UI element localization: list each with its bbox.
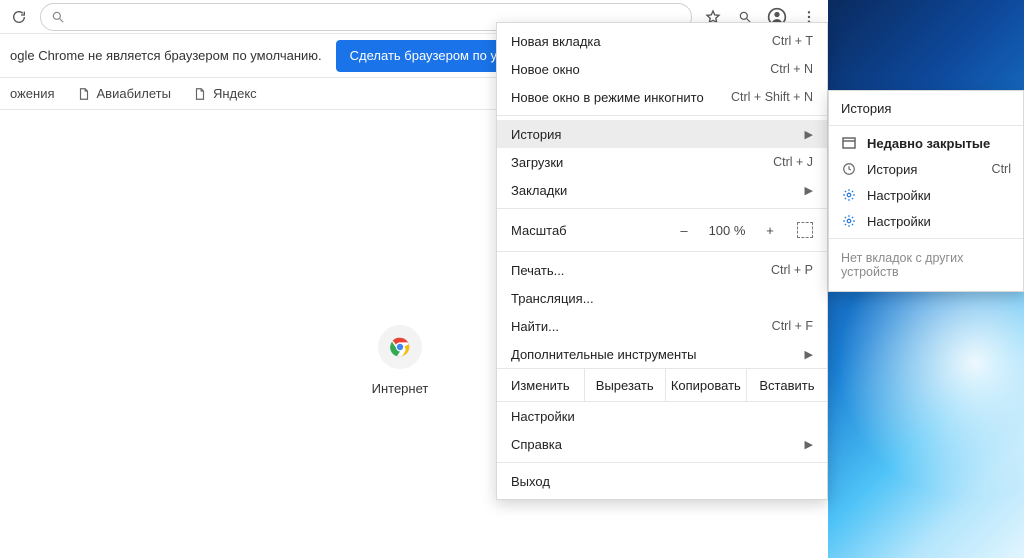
menu-separator: [497, 251, 827, 252]
menu-bookmarks[interactable]: Закладки ▶: [497, 176, 827, 204]
menu-new-tab[interactable]: Новая вкладка Ctrl + T: [497, 27, 827, 55]
menu-zoom-row: Масштаб – 100 % +: [497, 213, 827, 247]
zoom-value: 100 %: [705, 223, 749, 238]
ntp-shortcut[interactable]: Интернет: [355, 325, 445, 396]
menu-edit-label: Изменить: [497, 369, 584, 401]
menu-help[interactable]: Справка ▶: [497, 430, 827, 458]
chrome-window: ogle Chrome не является браузером по умо…: [0, 0, 828, 558]
zoom-out-button[interactable]: –: [673, 223, 695, 238]
zoom-in-button[interactable]: +: [759, 223, 781, 238]
menu-cast[interactable]: Трансляция...: [497, 284, 827, 312]
reload-icon: [11, 9, 27, 25]
bookmark-item[interactable]: ожения: [10, 86, 55, 101]
bookmark-label: ожения: [10, 86, 55, 101]
menu-history[interactable]: История ▶: [497, 120, 827, 148]
menu-new-window[interactable]: Новое окно Ctrl + N: [497, 55, 827, 83]
clock-icon: [841, 161, 857, 177]
menu-cut[interactable]: Вырезать: [584, 369, 665, 401]
menu-downloads[interactable]: Загрузки Ctrl + J: [497, 148, 827, 176]
menu-find[interactable]: Найти... Ctrl + F: [497, 312, 827, 340]
bookmark-item[interactable]: Авиабилеты: [77, 86, 171, 101]
menu-more-tools[interactable]: Дополнительные инструменты ▶: [497, 340, 827, 368]
reload-button[interactable]: [6, 4, 32, 30]
submenu-recently-closed-header: Недавно закрытые: [829, 130, 1023, 156]
submenu-item[interactable]: История Ctrl: [829, 156, 1023, 182]
menu-settings[interactable]: Настройки: [497, 402, 827, 430]
chevron-right-icon: ▶: [805, 128, 813, 141]
submenu-item[interactable]: Настройки: [829, 208, 1023, 234]
chevron-right-icon: ▶: [805, 438, 813, 451]
gear-icon: [841, 213, 857, 229]
chrome-main-menu: Новая вкладка Ctrl + T Новое окно Ctrl +…: [496, 22, 828, 500]
menu-edit-row: Изменить Вырезать Копировать Вставить: [497, 368, 827, 402]
chevron-right-icon: ▶: [805, 348, 813, 361]
fullscreen-button[interactable]: [797, 222, 813, 238]
menu-print[interactable]: Печать... Ctrl + P: [497, 256, 827, 284]
search-icon: [51, 10, 65, 24]
bookmark-item[interactable]: Яндекс: [193, 86, 257, 101]
menu-incognito[interactable]: Новое окно в режиме инкогнито Ctrl + Shi…: [497, 83, 827, 111]
page-icon: [193, 87, 207, 101]
chevron-right-icon: ▶: [805, 184, 813, 197]
menu-exit[interactable]: Выход: [497, 467, 827, 495]
page-icon: [77, 87, 91, 101]
menu-separator: [497, 208, 827, 209]
history-submenu: История Недавно закрытые История Ctrl На…: [828, 90, 1024, 292]
menu-separator: [497, 462, 827, 463]
chrome-logo-icon: [389, 336, 411, 358]
submenu-separator: [829, 238, 1023, 239]
submenu-history[interactable]: История: [829, 95, 1023, 121]
menu-separator: [497, 115, 827, 116]
bookmark-label: Яндекс: [213, 86, 257, 101]
submenu-separator: [829, 125, 1023, 126]
submenu-no-tabs-note: Нет вкладок с других устройств: [829, 243, 1023, 287]
submenu-item[interactable]: Настройки: [829, 182, 1023, 208]
infobar-text: ogle Chrome не является браузером по умо…: [10, 48, 336, 63]
shortcut-label: Интернет: [355, 381, 445, 396]
window-icon: [841, 135, 857, 151]
shortcut-tile: [378, 325, 422, 369]
menu-paste[interactable]: Вставить: [746, 369, 827, 401]
menu-copy[interactable]: Копировать: [665, 369, 746, 401]
bookmark-label: Авиабилеты: [97, 86, 171, 101]
gear-icon: [841, 187, 857, 203]
